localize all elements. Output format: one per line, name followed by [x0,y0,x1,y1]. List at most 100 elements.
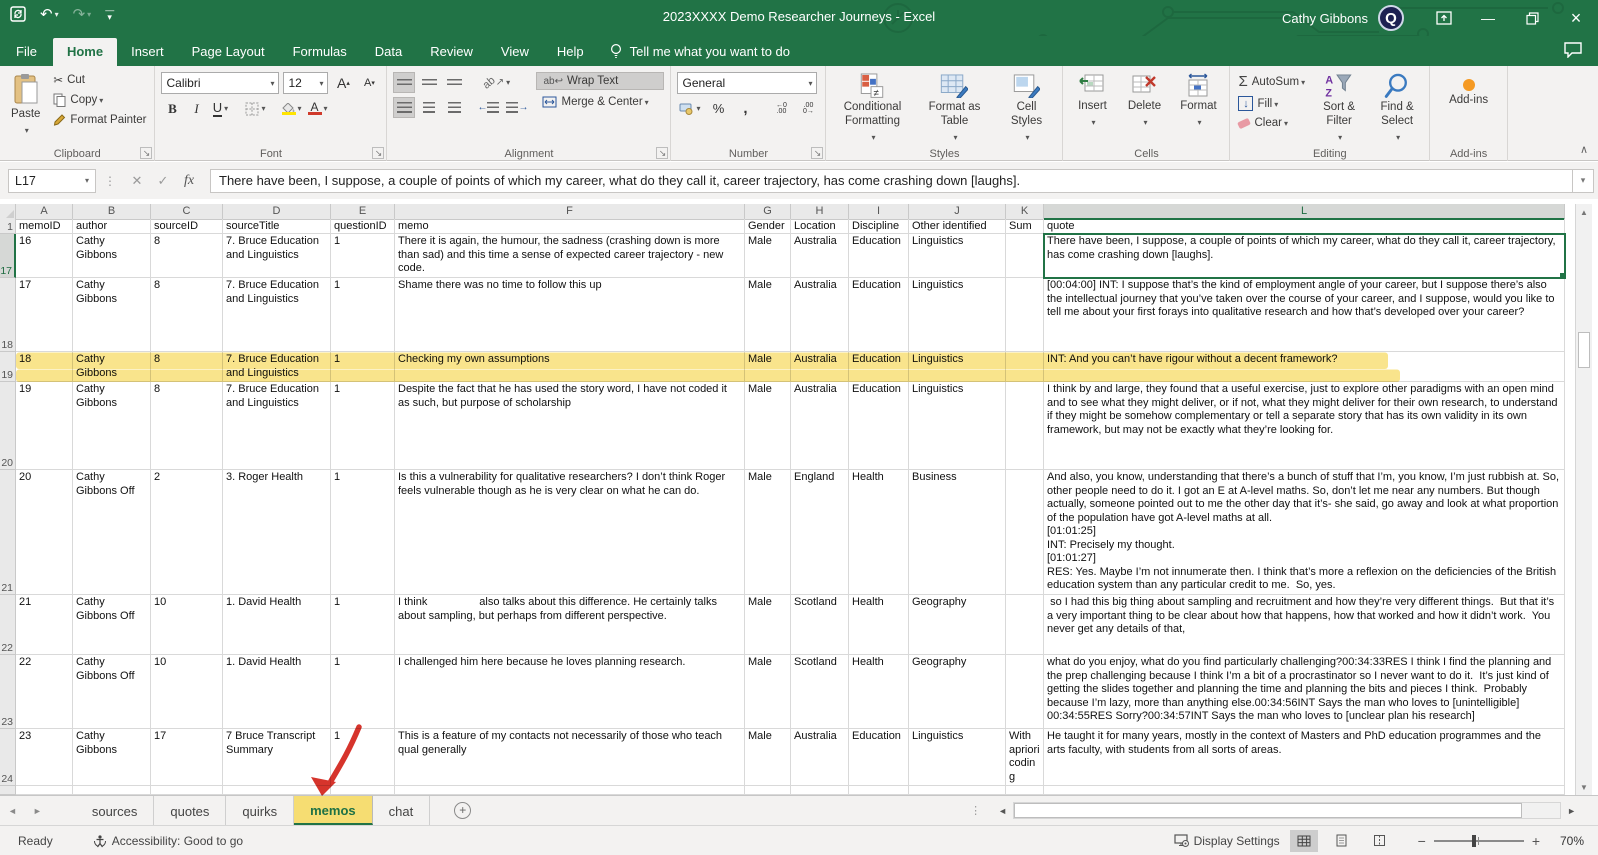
cell-L22[interactable]: so I had this big thing about sampling a… [1044,595,1565,655]
cell-C19[interactable]: 8 [151,352,223,382]
cell-C1[interactable]: sourceID [151,219,223,234]
minimize-button[interactable]: — [1466,1,1510,35]
font-family-combobox[interactable]: Calibri [161,72,279,94]
name-box[interactable]: L17 [8,169,96,193]
cell-J20[interactable]: Linguistics [909,382,1006,470]
cell-J21[interactable]: Business [909,470,1006,595]
undo-dropdown-icon[interactable]: ▾ [55,10,59,19]
cell-G21[interactable]: Male [745,470,791,595]
cell-B23[interactable]: Cathy Gibbons Off [73,655,151,729]
cell-D22[interactable]: 1. David Health [223,595,331,655]
cell-G22[interactable]: Male [745,595,791,655]
cell-A18[interactable]: 17 [16,278,73,352]
format-as-table-button[interactable]: Format as Table [918,70,990,147]
sheet-tab-memos[interactable]: memos [294,796,373,825]
cell-B17[interactable]: Cathy Gibbons [73,234,151,278]
column-header-F[interactable]: F [395,204,745,220]
zoom-slider-thumb[interactable] [1472,835,1476,847]
column-header-C[interactable]: C [151,204,223,220]
cut-button[interactable]: ✂Cut [51,72,148,88]
cell-D1[interactable]: sourceTitle [223,219,331,234]
cell-A24[interactable]: 23 [16,729,73,786]
cell-H21[interactable]: England [791,470,849,595]
cell-B19[interactable]: Cathy Gibbons [73,352,151,382]
cell-B20[interactable]: Cathy Gibbons [73,382,151,470]
cell-E17[interactable]: 1 [331,234,395,278]
cell-A1[interactable]: memoID [16,219,73,234]
cell-A23[interactable]: 22 [16,655,73,729]
cell-E1[interactable]: questionID [331,219,395,234]
column-header-I[interactable]: I [849,204,909,220]
cell-J17[interactable]: Linguistics [909,234,1006,278]
accounting-format-button[interactable] [677,98,702,119]
horizontal-scroll-track[interactable] [1013,802,1561,819]
cell-A[interactable] [16,786,73,795]
tab-review[interactable]: Review [416,38,487,66]
cell-B1[interactable]: author [73,219,151,234]
cell-K18[interactable] [1006,278,1044,352]
sheet-tab-chat[interactable]: chat [373,796,431,825]
cell-J23[interactable]: Geography [909,655,1006,729]
cell-F21[interactable]: Is this a vulnerability for qualitative … [395,470,745,595]
grow-font-button[interactable]: A▴ [332,73,354,94]
bold-button[interactable]: B [161,98,183,119]
insert-cells-button[interactable]: Insert [1069,70,1115,147]
cell-K23[interactable] [1006,655,1044,729]
cell-D23[interactable]: 1. David Health [223,655,331,729]
middle-align-button[interactable] [418,72,440,93]
cell-D17[interactable]: 7. Bruce Education and Linguistics [223,234,331,278]
cell-K21[interactable] [1006,470,1044,595]
cell-H17[interactable]: Australia [791,234,849,278]
cell-F24[interactable]: This is a feature of my contacts not nec… [395,729,745,786]
sheet-nav-right-icon[interactable]: ► [25,806,50,816]
comments-icon[interactable] [1564,42,1582,58]
tab-data[interactable]: Data [361,38,416,66]
cell-I[interactable] [849,786,909,795]
ribbon-display-options-icon[interactable] [1422,1,1466,35]
cell-C21[interactable]: 2 [151,470,223,595]
cell-K24[interactable]: With apriori coding [1006,729,1044,786]
row-header-19[interactable]: 19 [0,352,16,382]
cell-D20[interactable]: 7. Bruce Education and Linguistics [223,382,331,470]
fill-handle[interactable] [1559,272,1565,278]
tab-help[interactable]: Help [543,38,598,66]
name-box-splitter[interactable]: ⋮ [104,174,116,188]
tab-scrollbar-splitter[interactable]: ⋮ [970,804,982,817]
cell-G24[interactable]: Male [745,729,791,786]
cell-I19[interactable]: Education [849,352,909,382]
avatar[interactable]: Q [1378,5,1404,31]
bottom-align-button[interactable] [443,72,465,93]
select-all-corner[interactable] [0,204,16,220]
cell-E19[interactable]: 1 [331,352,395,382]
copy-button[interactable]: Copy [51,92,148,108]
cell-D21[interactable]: 3. Roger Health [223,470,331,595]
sheet-nav-left-icon[interactable]: ◄ [0,806,25,816]
zoom-slider[interactable] [1434,840,1524,842]
borders-button[interactable] [243,98,267,119]
cell-E24[interactable]: 1 [331,729,395,786]
column-header-D[interactable]: D [223,204,331,220]
cell-B24[interactable]: Cathy Gibbons [73,729,151,786]
cell-G18[interactable]: Male [745,278,791,352]
cell-B18[interactable]: Cathy Gibbons [73,278,151,352]
user-name[interactable]: Cathy Gibbons [1282,11,1368,26]
vertical-scroll-thumb[interactable] [1578,332,1590,368]
cell-C23[interactable]: 10 [151,655,223,729]
italic-button[interactable]: I [185,98,207,119]
new-sheet-button[interactable]: + [454,802,471,819]
cell-C20[interactable]: 8 [151,382,223,470]
undo-button[interactable]: ↶▾ [40,5,59,23]
tab-file[interactable]: File [0,38,53,66]
fill-button[interactable]: ↓Fill [1236,95,1307,112]
font-dialog-launcher-icon[interactable]: ↘ [372,147,384,159]
cell-A20[interactable]: 19 [16,382,73,470]
align-right-button[interactable] [443,97,465,118]
percent-style-button[interactable]: % [707,98,729,119]
normal-view-button[interactable] [1290,830,1318,852]
orientation-button[interactable]: ab↗ [481,72,512,93]
tab-view[interactable]: View [487,38,543,66]
tell-me-box[interactable]: Tell me what you want to do [598,37,802,66]
cell-H[interactable] [791,786,849,795]
display-settings-button[interactable]: Display Settings [1174,834,1280,848]
row-header-24[interactable]: 24 [0,729,16,786]
